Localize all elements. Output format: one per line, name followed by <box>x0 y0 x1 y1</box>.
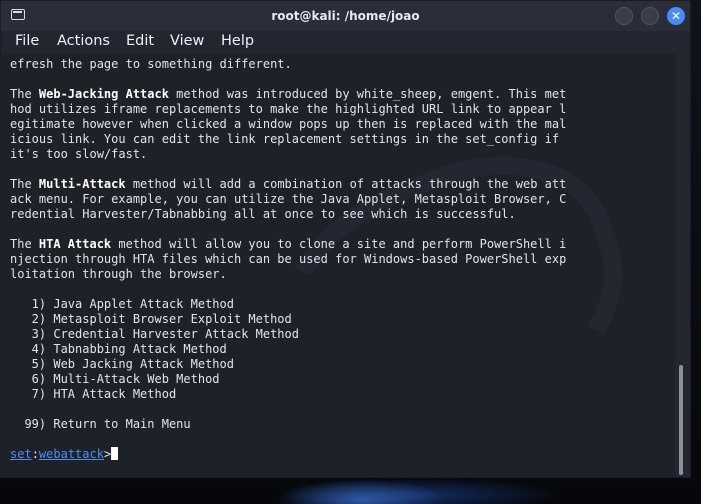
terminal-line: njection through HTA files which can be … <box>10 252 567 266</box>
menu-view[interactable]: View <box>170 33 204 49</box>
menu-option: 1) Java Applet Attack Method <box>10 297 234 311</box>
menu-option: 4) Tabnabbing Attack Method <box>10 342 227 356</box>
menu-option: 5) Web Jacking Attack Method <box>10 357 234 371</box>
close-button[interactable]: ✕ <box>667 7 685 25</box>
terminal-line: egitimate however when clicked a window … <box>10 117 567 131</box>
menu-bar: File Actions Edit View Help <box>1 31 690 53</box>
text-cursor[interactable] <box>111 447 119 460</box>
terminal-text-span: The <box>10 237 39 251</box>
web-jacking-heading: Web-Jacking Attack <box>38 87 169 101</box>
terminal-line: loitation through the browser. <box>10 267 227 281</box>
menu-option-return: 99) Return to Main Menu <box>10 417 191 431</box>
terminal-line: ack menu. For example, you can utilize t… <box>10 192 567 206</box>
menu-option: 7) HTA Attack Method <box>10 387 177 401</box>
terminal-text-span: method will add a combination of attacks… <box>125 177 567 191</box>
terminal-window: root@kali: /home/joao ✕ File Actions Edi… <box>0 0 691 478</box>
prompt-colon: : <box>31 447 39 461</box>
terminal-text: efresh the page to something different. … <box>10 57 566 462</box>
scrollbar-thumb[interactable] <box>679 365 683 475</box>
terminal-line: redential Harvester/Tabnabbing all at on… <box>10 207 516 221</box>
window-title: root@kali: /home/joao <box>271 9 420 23</box>
prompt-gt: > <box>103 447 112 461</box>
terminal-text-span: The <box>10 177 39 191</box>
menu-edit[interactable]: Edit <box>126 33 154 49</box>
menu-option: 2) Metasploit Browser Exploit Method <box>10 312 292 326</box>
menu-file[interactable]: File <box>15 33 39 49</box>
terminal-text-span: The <box>10 87 39 101</box>
terminal-line: efresh the page to something different. <box>10 57 292 71</box>
maximize-button[interactable] <box>641 7 659 25</box>
multi-attack-heading: Multi-Attack <box>38 177 126 191</box>
menu-actions[interactable]: Actions <box>57 33 110 49</box>
menu-option: 6) Multi-Attack Web Method <box>10 372 220 386</box>
terminal-text-span: method was introduced by white_sheep, em… <box>168 87 567 101</box>
hta-attack-heading: HTA Attack <box>38 237 112 251</box>
terminal-text-span: method will allow you to clone a site an… <box>111 237 567 251</box>
prompt-module: webattack <box>38 447 104 461</box>
menu-help[interactable]: Help <box>221 33 254 49</box>
scrollbar[interactable] <box>675 53 690 477</box>
terminal-output[interactable]: efresh the page to something different. … <box>1 53 675 477</box>
minimize-button[interactable] <box>615 7 633 25</box>
terminal-line: it's too slow/fast. <box>10 147 148 161</box>
menu-option: 3) Credential Harvester Attack Method <box>10 327 299 341</box>
title-bar[interactable]: root@kali: /home/joao ✕ <box>1 1 690 31</box>
terminal-line: icious link. You can edit the link repla… <box>10 132 560 146</box>
prompt-set: set <box>10 447 32 461</box>
terminal-line: hod utilizes iframe replacements to make… <box>10 102 567 116</box>
